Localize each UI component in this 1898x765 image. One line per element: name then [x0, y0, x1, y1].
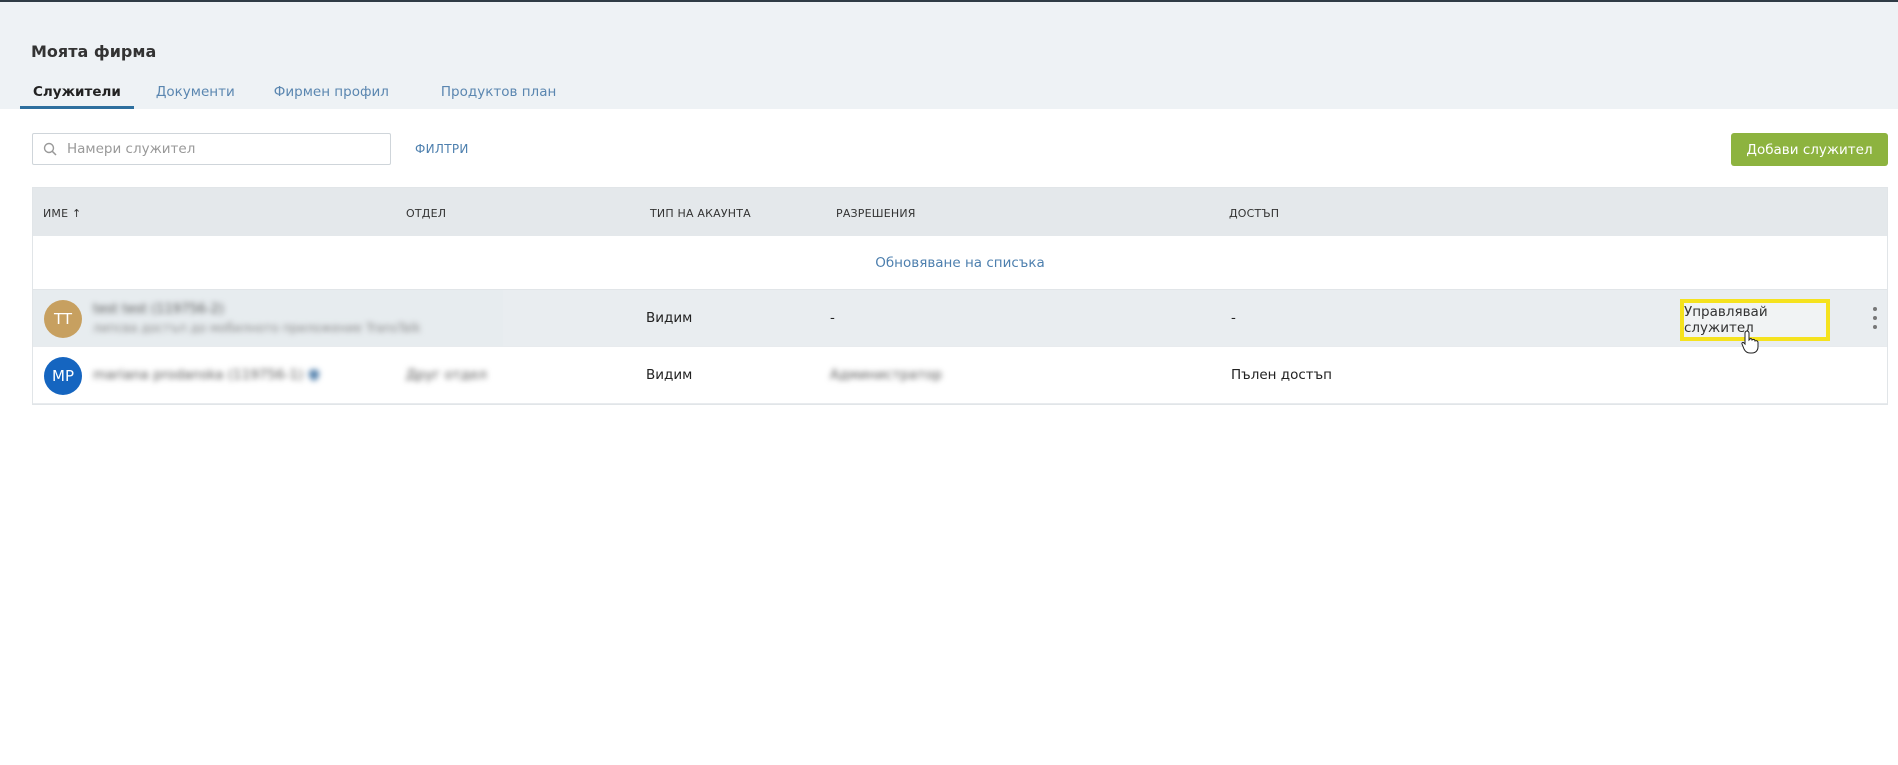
tab-employees[interactable]: Служители — [20, 84, 134, 109]
employee-name: mariana prodanska (119756-1) — [93, 367, 304, 383]
shield-icon — [309, 369, 320, 381]
column-header-name[interactable]: ИМЕ ↑ — [43, 207, 81, 220]
access: - — [1231, 310, 1236, 326]
permissions: Администратор — [830, 367, 942, 383]
tab-product-plan[interactable]: Продуктов план — [428, 84, 569, 109]
column-header-permissions: РАЗРЕШЕНИЯ — [836, 207, 916, 220]
access: Пълен достъп — [1231, 367, 1332, 383]
account-type: Видим — [646, 310, 693, 326]
table-header: ИМЕ ↑ ОТДЕЛ ТИП НА АКАУНТА РАЗРЕШЕНИЯ ДО… — [33, 188, 1887, 236]
search-input[interactable] — [65, 140, 369, 158]
search-icon — [43, 142, 57, 156]
search-box[interactable] — [32, 133, 391, 165]
account-type: Видим — [646, 367, 693, 383]
avatar: MP — [44, 357, 82, 395]
permissions: - — [830, 310, 835, 326]
employee-name: test test (119756-2) — [93, 302, 224, 317]
toolbar: ФИЛТРИ Добави служител — [0, 109, 1898, 187]
employees-table: ИМЕ ↑ ОТДЕЛ ТИП НА АКАУНТА РАЗРЕШЕНИЯ ДО… — [32, 187, 1888, 405]
employee-subtitle: липсва достъп до мобилното приложение Tr… — [93, 321, 421, 335]
filters-button[interactable]: ФИЛТРИ — [415, 142, 469, 156]
page-title: Моята фирма — [31, 42, 157, 61]
column-header-account-type: ТИП НА АКАУНТА — [650, 207, 751, 220]
hand-cursor-icon — [1741, 330, 1759, 354]
table-row[interactable]: MP mariana prodanska (119756-1) Друг отд… — [33, 347, 1887, 404]
more-options-icon[interactable] — [1870, 307, 1880, 329]
tab-documents[interactable]: Документи — [143, 84, 248, 109]
avatar: TT — [44, 300, 82, 338]
department: Друг отдел — [406, 367, 487, 383]
page-header: Моята фирма Служители Документи Фирмен п… — [0, 2, 1898, 109]
column-header-access: ДОСТЪП — [1229, 207, 1280, 220]
refresh-list-link[interactable]: Обновяване на списъка — [33, 236, 1887, 290]
employee-name-wrap: mariana prodanska (119756-1) — [93, 367, 320, 383]
tab-bar: Служители Документи Фирмен профил Продук… — [20, 84, 578, 109]
column-header-department: ОТДЕЛ — [406, 207, 447, 220]
table-row[interactable]: TT test test (119756-2) липсва достъп до… — [33, 290, 1887, 347]
tab-company-profile[interactable]: Фирмен профил — [261, 84, 402, 109]
blurred-region — [33, 290, 503, 346]
add-employee-button[interactable]: Добави служител — [1731, 133, 1888, 166]
